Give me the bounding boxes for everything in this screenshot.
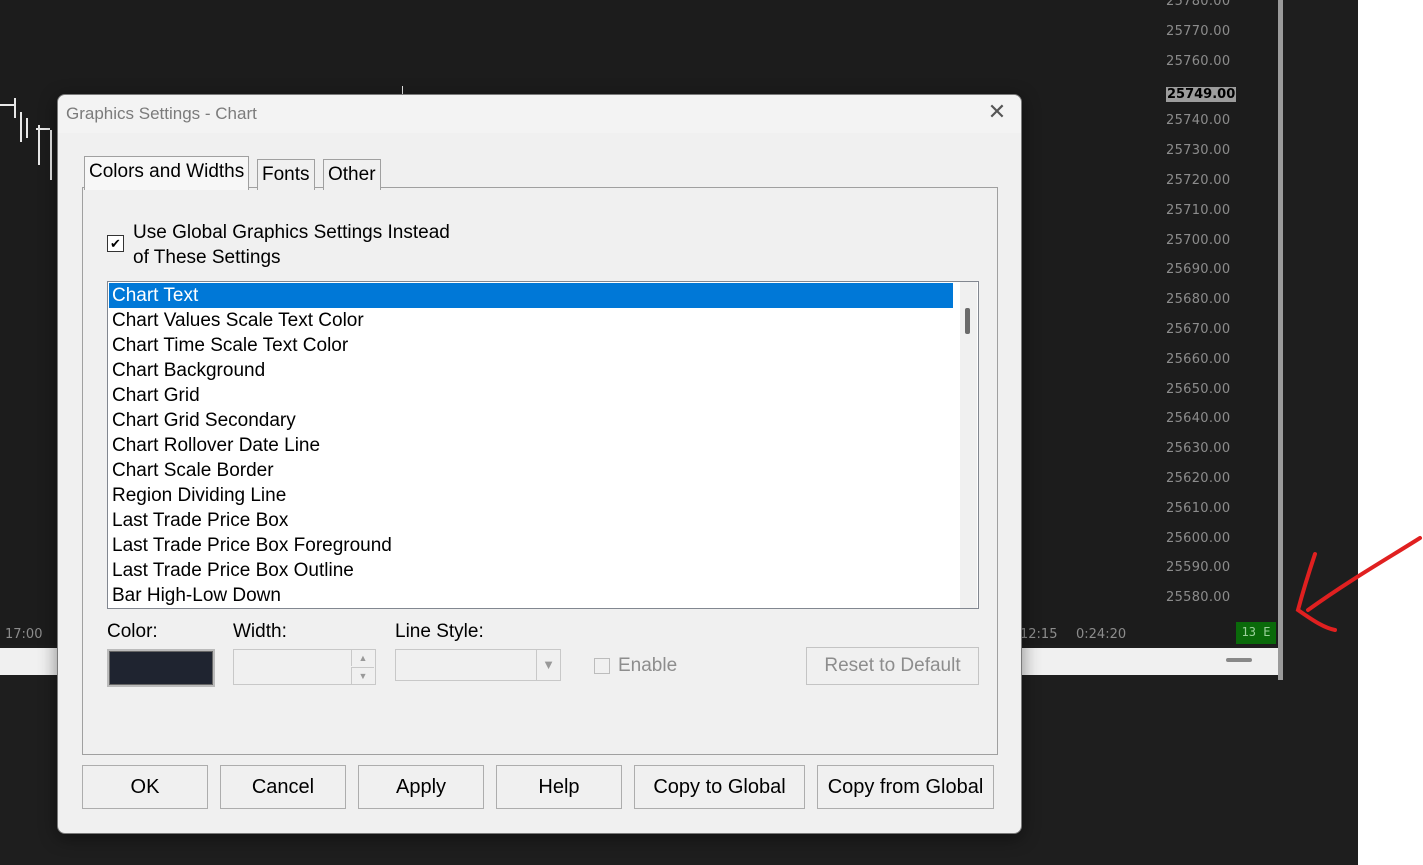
tab-colors-and-widths[interactable]: Colors and Widths bbox=[84, 156, 250, 190]
time-label: 0:24:20 bbox=[1076, 627, 1127, 642]
list-item[interactable]: Chart Grid bbox=[109, 383, 953, 408]
price-label: 25720.00 bbox=[1166, 173, 1231, 188]
price-label: 25640.00 bbox=[1166, 411, 1231, 426]
use-global-label[interactable]: Use Global Graphics Settings Instead of … bbox=[133, 220, 493, 270]
enable-checkbox[interactable] bbox=[594, 658, 610, 674]
price-label: 25610.00 bbox=[1166, 501, 1231, 516]
price-label: 25580.00 bbox=[1166, 590, 1231, 605]
list-item[interactable]: Last Trade Price Box bbox=[109, 508, 953, 533]
scrollbar-thumb[interactable] bbox=[1226, 658, 1252, 662]
cancel-button[interactable]: Cancel bbox=[220, 765, 346, 809]
tab-other[interactable]: Other bbox=[323, 159, 381, 190]
dialog-titlebar[interactable]: Graphics Settings - Chart ✕ bbox=[58, 95, 1021, 133]
copy-from-global-button[interactable]: Copy from Global bbox=[817, 765, 994, 809]
copy-to-global-button[interactable]: Copy to Global bbox=[634, 765, 805, 809]
background-panel bbox=[1358, 0, 1423, 865]
list-item[interactable]: Last Trade Price Box Outline bbox=[109, 558, 953, 583]
price-label: 25710.00 bbox=[1166, 203, 1231, 218]
list-item[interactable]: Chart Grid Secondary bbox=[109, 408, 953, 433]
list-scrollbar[interactable] bbox=[960, 282, 977, 608]
graphics-element-list[interactable]: Chart Text Chart Values Scale Text Color… bbox=[107, 281, 979, 609]
background-panel bbox=[1283, 0, 1358, 865]
use-global-label-line1: Use Global Graphics Settings Instead bbox=[133, 222, 450, 243]
spin-down-icon[interactable]: ▼ bbox=[351, 667, 374, 684]
list-item[interactable]: Region Dividing Line bbox=[109, 483, 953, 508]
list-item[interactable]: Last Trade Price Box Foreground bbox=[109, 533, 953, 558]
dialog-title: Graphics Settings - Chart bbox=[66, 104, 257, 123]
status-badge[interactable]: 13 E bbox=[1236, 622, 1276, 644]
price-label: 25740.00 bbox=[1166, 113, 1231, 128]
color-swatch-button[interactable] bbox=[107, 649, 215, 687]
tab-panel: ✔ Use Global Graphics Settings Instead o… bbox=[82, 187, 998, 755]
price-label: 25770.00 bbox=[1166, 24, 1231, 39]
annotation-arrow-icon bbox=[1295, 536, 1422, 632]
price-bar bbox=[14, 98, 16, 118]
price-label: 25600.00 bbox=[1166, 531, 1231, 546]
price-label: 25590.00 bbox=[1166, 560, 1231, 575]
list-scrollbar-thumb[interactable] bbox=[965, 308, 970, 334]
price-bar bbox=[20, 112, 22, 142]
list-item[interactable]: Chart Rollover Date Line bbox=[109, 433, 953, 458]
use-global-label-line2: of These Settings bbox=[133, 247, 281, 268]
list-item[interactable]: Chart Time Scale Text Color bbox=[109, 333, 953, 358]
ok-button[interactable]: OK bbox=[82, 765, 208, 809]
apply-button[interactable]: Apply bbox=[358, 765, 484, 809]
graphics-settings-dialog: Graphics Settings - Chart ✕ ✔ Use Global… bbox=[57, 94, 1022, 834]
price-bar bbox=[50, 130, 52, 180]
price-label: 25630.00 bbox=[1166, 441, 1231, 456]
close-icon[interactable]: ✕ bbox=[986, 101, 1008, 123]
line-style-dropdown[interactable]: ▼ bbox=[395, 649, 561, 681]
time-label: 12:15 bbox=[1020, 627, 1058, 642]
current-price-box: 25749.00 bbox=[1166, 87, 1237, 102]
price-label: 25670.00 bbox=[1166, 322, 1231, 337]
price-label: 25620.00 bbox=[1166, 471, 1231, 486]
tab-fonts[interactable]: Fonts bbox=[257, 159, 315, 190]
list-item[interactable]: Chart Background bbox=[109, 358, 953, 383]
list-item[interactable]: Chart Values Scale Text Color bbox=[109, 308, 953, 333]
price-bar bbox=[38, 125, 40, 165]
reset-to-default-button[interactable]: Reset to Default bbox=[806, 647, 979, 685]
price-label: 25780.00 bbox=[1166, 0, 1231, 9]
chevron-down-icon[interactable]: ▼ bbox=[536, 650, 560, 680]
price-label: 25680.00 bbox=[1166, 292, 1231, 307]
price-label: 25690.00 bbox=[1166, 262, 1231, 277]
enable-label[interactable]: Enable bbox=[618, 655, 677, 677]
price-scale: 25780.00 25770.00 25760.00 25749.00 2574… bbox=[1160, 0, 1240, 620]
price-label: 25660.00 bbox=[1166, 352, 1231, 367]
time-label: 17:00 bbox=[5, 627, 43, 642]
price-label: 25650.00 bbox=[1166, 382, 1231, 397]
price-bar bbox=[0, 104, 14, 106]
price-bar bbox=[26, 118, 28, 138]
list-item[interactable]: Bar High-Low Down bbox=[109, 583, 953, 608]
width-stepper[interactable]: ▲ ▼ bbox=[233, 649, 376, 685]
help-button[interactable]: Help bbox=[496, 765, 622, 809]
width-label: Width: bbox=[233, 621, 287, 642]
price-label: 25760.00 bbox=[1166, 54, 1231, 69]
list-item[interactable]: Chart Scale Border bbox=[109, 458, 953, 483]
spin-up-icon[interactable]: ▲ bbox=[351, 650, 374, 666]
price-label: 25700.00 bbox=[1166, 233, 1231, 248]
color-label: Color: bbox=[107, 621, 158, 642]
line-style-label: Line Style: bbox=[395, 621, 484, 642]
price-label: 25730.00 bbox=[1166, 143, 1231, 158]
list-item[interactable]: Chart Text bbox=[109, 283, 953, 308]
use-global-checkbox[interactable]: ✔ bbox=[107, 235, 124, 252]
